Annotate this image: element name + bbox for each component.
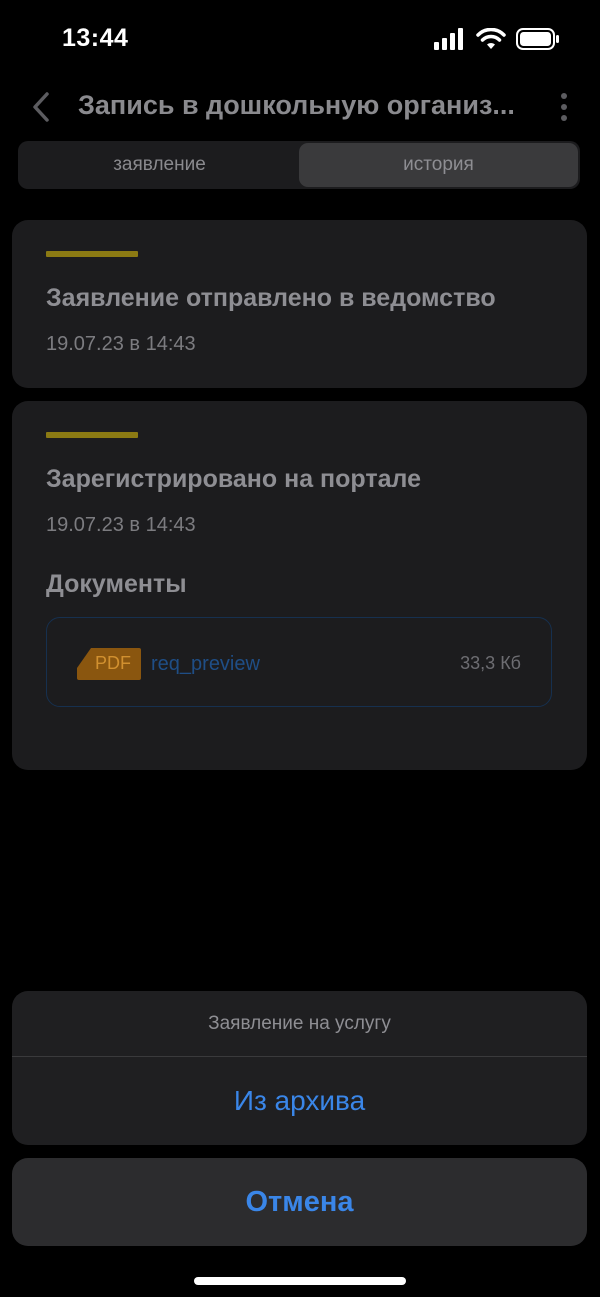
history-title: Заявление отправлено в ведомство [46,284,496,312]
status-time: 13:44 [62,24,129,52]
tab-application[interactable]: заявление [20,143,299,187]
from-archive-button[interactable]: Из архива [12,1057,587,1145]
nav-header: Запись в дошкольную организ... [0,82,600,132]
history-date: 19.07.23 в 14:43 [46,333,196,355]
tab-history[interactable]: история [299,143,578,187]
status-icons [434,28,560,50]
document-name-link[interactable]: req_preview [151,653,260,676]
chevron-left-icon[interactable] [28,90,54,124]
status-bar-indicator [46,251,138,257]
cellular-signal-icon [434,28,463,50]
cancel-button[interactable]: Отмена [12,1158,587,1246]
status-bar-indicator [46,432,138,438]
document-size: 33,3 Кб [460,653,521,673]
history-card-sent: Заявление отправлено в ведомство 19.07.2… [12,220,587,388]
history-title: Зарегистрировано на портале [46,465,421,493]
more-vertical-icon[interactable] [558,92,570,122]
history-card-registered: Зарегистрировано на портале 19.07.23 в 1… [12,401,587,770]
status-bar: 13:44 [0,0,600,80]
wifi-icon [476,28,506,49]
battery-icon [516,28,559,50]
home-indicator [194,1277,406,1285]
page-title: Запись в дошкольную организ... [78,90,515,120]
document-item[interactable]: PDF req_preview 33,3 Кб [46,617,552,707]
action-sheet: Заявление на услугу Из архива [12,991,587,1145]
action-sheet-title: Заявление на услугу [12,991,587,1057]
segmented-control: заявление история [18,141,580,189]
pdf-badge-label: PDF [95,653,131,673]
documents-label: Документы [46,570,187,598]
history-date: 19.07.23 в 14:43 [46,514,196,536]
